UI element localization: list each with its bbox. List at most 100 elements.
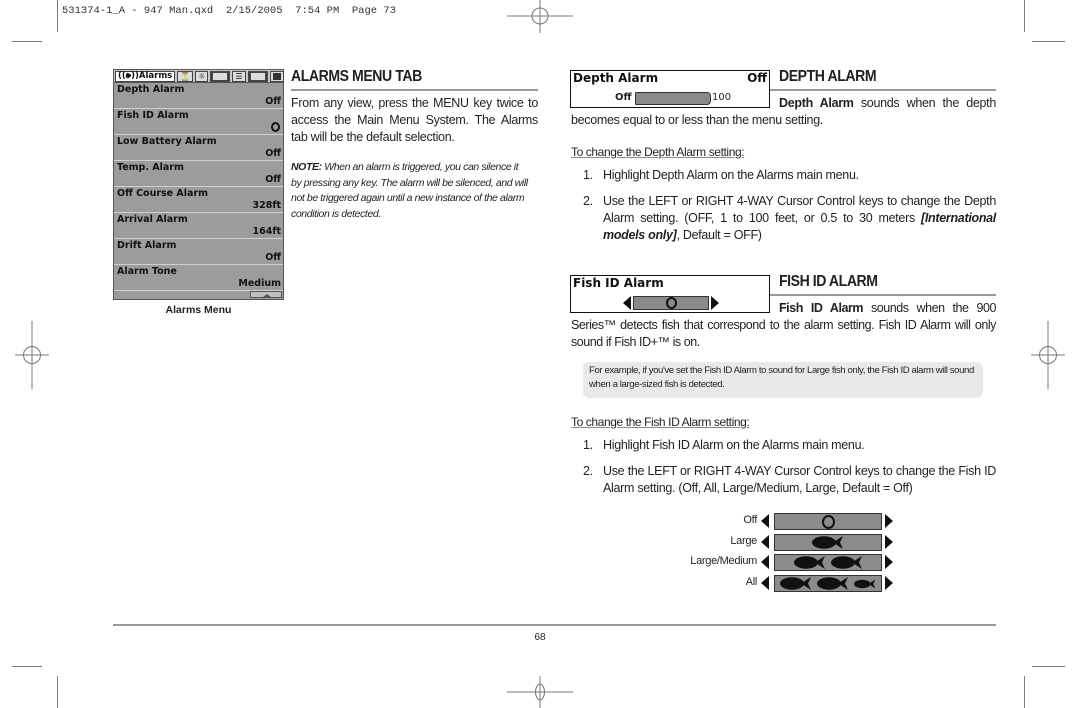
menu-item-label: Off Course Alarm (117, 188, 209, 199)
alarms-menu-tab-body: From any view, press the MENU key twice … (291, 96, 538, 144)
example-callout: For example, if you've set the Fish ID A… (583, 362, 983, 398)
crop-mark (57, 676, 58, 708)
menu-item-drift-alarm[interactable]: Drift Alarm Off (114, 239, 283, 265)
footer-rule (113, 624, 996, 626)
tab-display[interactable]: ☼ (195, 70, 209, 82)
fish-large-icon (780, 577, 811, 590)
crop-mark (57, 0, 58, 32)
chart-icon (213, 72, 228, 80)
crop-mark (1032, 666, 1065, 667)
left-arrow-icon (761, 535, 769, 549)
fish-large-icon (812, 536, 843, 549)
menu-item-label: Alarm Tone (117, 266, 177, 277)
menu-item-off-course-alarm[interactable]: Off Course Alarm 328ft (114, 187, 283, 213)
fish-off-ring-icon (271, 122, 280, 132)
page-number: 68 (534, 632, 546, 643)
sun-icon: ☼ (198, 71, 206, 81)
option-label: All (745, 576, 758, 588)
fish-option-off: Off (680, 511, 900, 531)
section-heading-alarms-menu-tab: ALARMS MENU TAB (291, 68, 422, 85)
menu-item-alarm-tone[interactable]: Alarm Tone Medium (114, 265, 283, 291)
fish-id-alarm-body: Fish ID Alarm sounds when the 900 Series… (571, 301, 996, 349)
option-bar (774, 575, 882, 592)
right-arrow-icon (885, 535, 893, 549)
option-label: Off (743, 514, 757, 526)
option-label: Large/Medium (690, 555, 757, 567)
depth-alarm-subheading: To change the Depth Alarm setting: (571, 145, 745, 159)
fish-large-icon (817, 577, 848, 590)
tab-sonar[interactable]: ⏳ (177, 70, 194, 82)
heading-rule (291, 89, 538, 91)
right-arrow-icon (885, 514, 893, 528)
off-ring-icon (821, 514, 835, 529)
right-arrow-icon (885, 555, 893, 569)
screen-title: Fish ID Alarm (573, 276, 664, 290)
scroll-up-icon[interactable] (250, 291, 282, 298)
figure-caption: Alarms Menu (165, 304, 232, 316)
tab-alarms[interactable]: ((🕪))Alarms (115, 70, 176, 82)
menu-item-depth-alarm[interactable]: Depth Alarm Off (114, 83, 283, 109)
tab-chart[interactable] (210, 70, 231, 82)
section-heading-fish-id-alarm: FISH ID ALARM (779, 273, 878, 290)
menu-item-temp-alarm[interactable]: Temp. Alarm Off (114, 161, 283, 187)
crop-mark (1032, 41, 1065, 42)
option-bar (774, 554, 882, 571)
heading-rule (770, 89, 996, 91)
fish-option-large-medium: Large/Medium (680, 552, 900, 572)
tab-accessories[interactable] (269, 70, 284, 82)
note-label: NOTE: (291, 161, 322, 173)
fish-large-icon (793, 556, 825, 569)
menu-item-arrival-alarm[interactable]: Arrival Alarm 164ft (114, 213, 283, 239)
menu-tab-bar: ((🕪))Alarms ⏳ ☼ ☰ (114, 70, 284, 83)
note-text: NOTE: When an alarm is triggered, you ca… (291, 161, 528, 220)
option-label: Large (730, 535, 757, 547)
menu-item-label: Low Battery Alarm (117, 136, 217, 147)
menu-item-label: Depth Alarm (117, 84, 185, 95)
crop-mark (12, 41, 42, 42)
menu-item-value: Off (265, 148, 281, 159)
section-heading-depth-alarm: DEPTH ALARM (779, 68, 877, 85)
step-item: 2. Use the LEFT or RIGHT 4-WAY Cursor Con… (583, 464, 996, 495)
speaker-icon: ((🕪)) (118, 70, 139, 81)
fish-small-icon (854, 579, 876, 588)
menu-item-low-battery-alarm[interactable]: Low Battery Alarm Off (114, 135, 283, 161)
fish-option-all: All (680, 573, 900, 593)
left-arrow-icon (761, 514, 769, 528)
step-item: 1. Highlight Depth Alarm on the Alarms ma… (583, 168, 859, 182)
registration-mark-right (1031, 321, 1065, 389)
menu-item-value: Off (265, 252, 281, 263)
screen-title: Depth Alarm (573, 71, 659, 85)
step-item: 2. Use the LEFT or RIGHT 4-WAY Cursor Con… (583, 194, 996, 242)
registration-mark-top (507, 0, 573, 33)
screen-value: Off (747, 71, 767, 85)
menu-item-label: Fish ID Alarm (117, 110, 189, 121)
settings-sliders-icon: ☰ (235, 71, 243, 81)
file-slug: 531374-1_A - 947 Man.qxd 2/15/2005 7:54 … (62, 5, 396, 17)
menu-item-value: 164ft (252, 226, 281, 237)
step-item: 1. Highlight Fish ID Alarm on the Alarms … (583, 438, 865, 452)
menu-item-value: 328ft (252, 200, 281, 211)
depth-alarm-steps: 1. Highlight Depth Alarm on the Alarms ma… (571, 167, 996, 253)
depth-alarm-body: Depth Alarm sounds when the depth become… (571, 96, 997, 127)
sonar-icon: ⏳ (180, 71, 191, 81)
tab-setup[interactable]: ☰ (232, 70, 246, 82)
registration-mark-left (15, 321, 49, 389)
accessory-icon (272, 72, 281, 80)
menu-item-value: Off (265, 96, 281, 107)
registration-mark-bottom (507, 676, 573, 708)
menu-item-fish-id-alarm[interactable]: Fish ID Alarm (114, 109, 283, 135)
fish-id-alarm-steps: 1. Highlight Fish ID Alarm on the Alarms … (571, 437, 996, 506)
sonar-view-icon (250, 72, 265, 80)
crop-mark (1024, 676, 1025, 708)
fish-option-large: Large (680, 532, 900, 552)
menu-item-value: Off (265, 174, 281, 185)
fish-large-icon (830, 556, 862, 569)
fish-id-alarm-subheading: To change the Fish ID Alarm setting: (571, 415, 750, 429)
crop-mark (1024, 0, 1025, 32)
heading-rule (770, 294, 996, 296)
menu-scroll[interactable] (114, 291, 283, 299)
left-arrow-icon (761, 576, 769, 590)
left-arrow-icon (761, 555, 769, 569)
menu-item-label: Temp. Alarm (117, 162, 184, 173)
tab-sonar-view[interactable] (247, 70, 268, 82)
